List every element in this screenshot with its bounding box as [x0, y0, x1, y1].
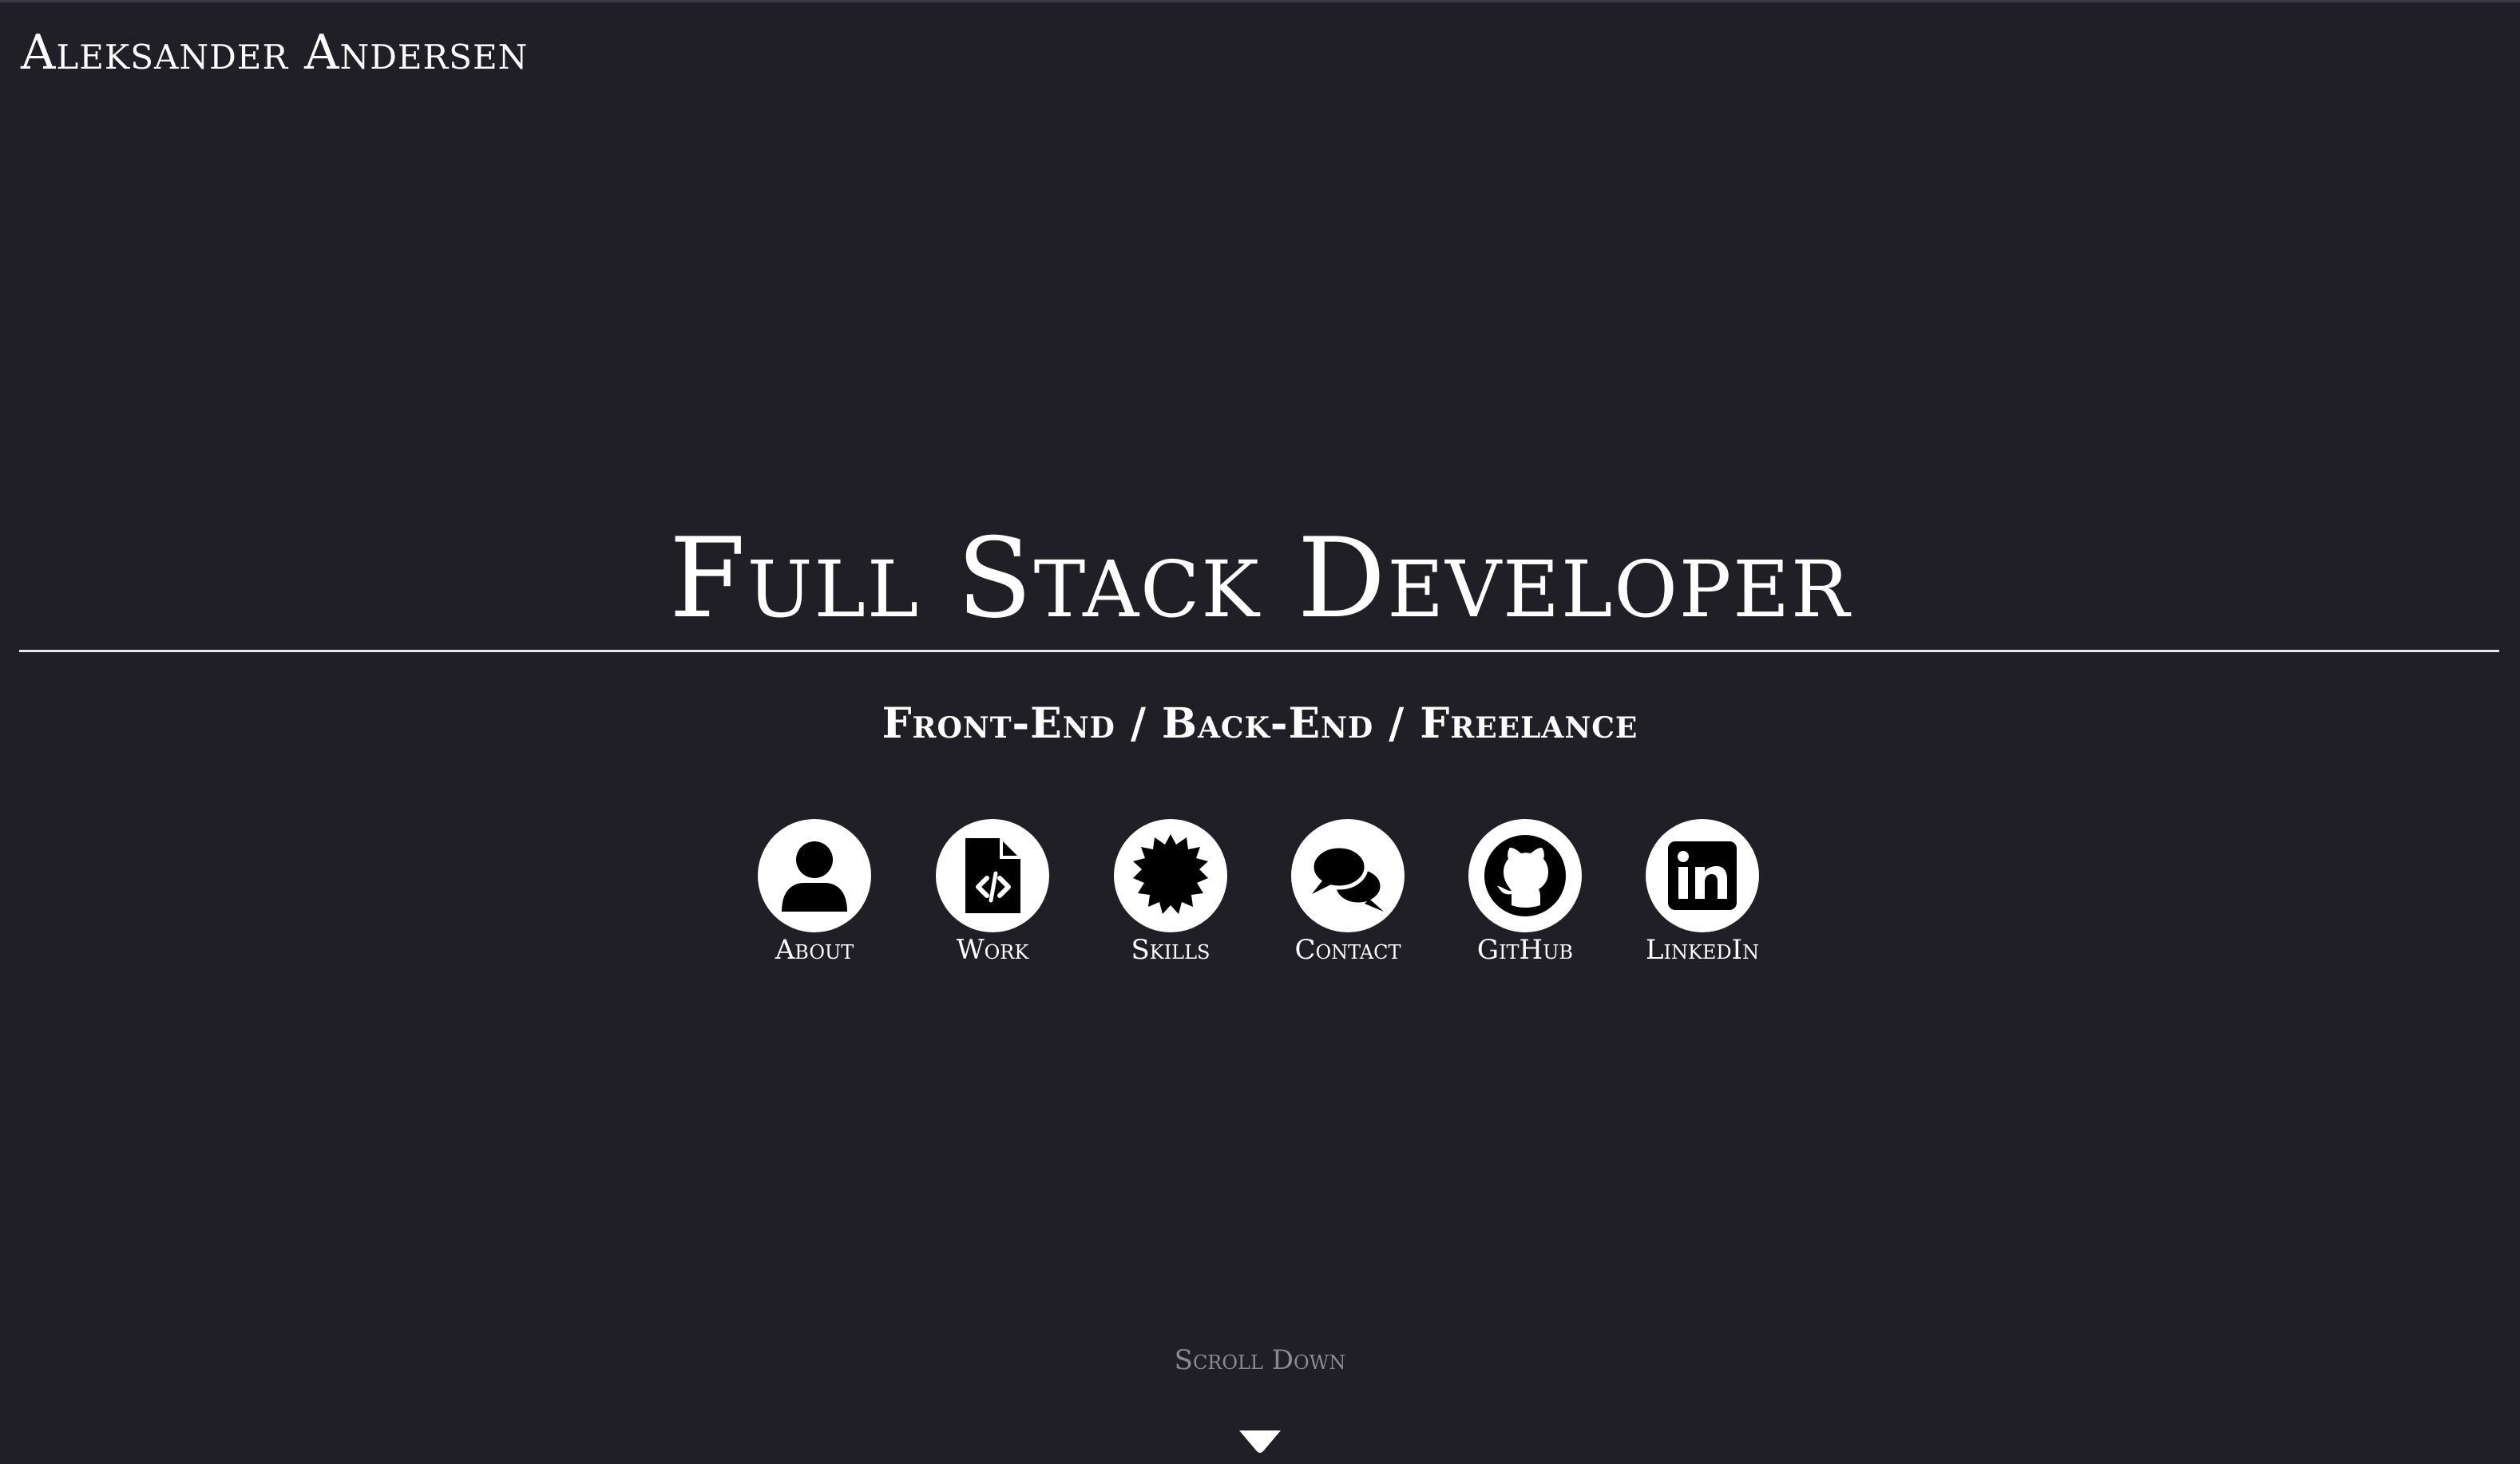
chat-bubbles-icon	[1310, 844, 1385, 912]
nav-contact[interactable]: Contact	[1252, 819, 1444, 979]
nav-linkedin-circle	[1646, 819, 1759, 932]
nav-about-circle	[758, 819, 871, 932]
scroll-down-label: Scroll Down	[1174, 1344, 1346, 1376]
hero-subtitle: Front-End / Back-End / Freelance	[882, 699, 1638, 748]
user-icon	[782, 841, 847, 912]
nav-about-label: About	[775, 934, 854, 966]
nav-work-circle	[936, 819, 1049, 932]
scroll-down-button[interactable]	[1236, 1427, 1284, 1456]
nav-contact-circle	[1291, 819, 1405, 932]
site-brand[interactable]: Aleksander Andersen	[21, 21, 528, 85]
nav-skills-circle	[1114, 819, 1227, 932]
nav-work[interactable]: Work	[897, 819, 1088, 979]
top-border	[0, 0, 2520, 2]
nav-icons: About Work Skills Contact GitHub LinkedI…	[0, 819, 2520, 979]
nav-about[interactable]: About	[719, 819, 910, 979]
nav-linkedin[interactable]: LinkedIn	[1607, 819, 1798, 979]
nav-github-label: GitHub	[1476, 934, 1574, 966]
linkedin-icon	[1668, 841, 1737, 910]
caret-down-icon	[1239, 1430, 1281, 1453]
nav-skills[interactable]: Skills	[1075, 819, 1266, 979]
hero-divider	[19, 650, 2499, 652]
nav-work-label: Work	[956, 934, 1029, 966]
hero-title: Full Stack Developer	[668, 514, 1852, 643]
github-icon	[1484, 835, 1566, 916]
nav-skills-label: Skills	[1131, 934, 1210, 966]
nav-github[interactable]: GitHub	[1429, 819, 1621, 979]
nav-contact-label: Contact	[1294, 934, 1401, 966]
badge-icon	[1133, 834, 1208, 914]
nav-github-circle	[1468, 819, 1582, 932]
code-file-icon	[965, 838, 1020, 913]
nav-linkedin-label: LinkedIn	[1645, 934, 1760, 966]
